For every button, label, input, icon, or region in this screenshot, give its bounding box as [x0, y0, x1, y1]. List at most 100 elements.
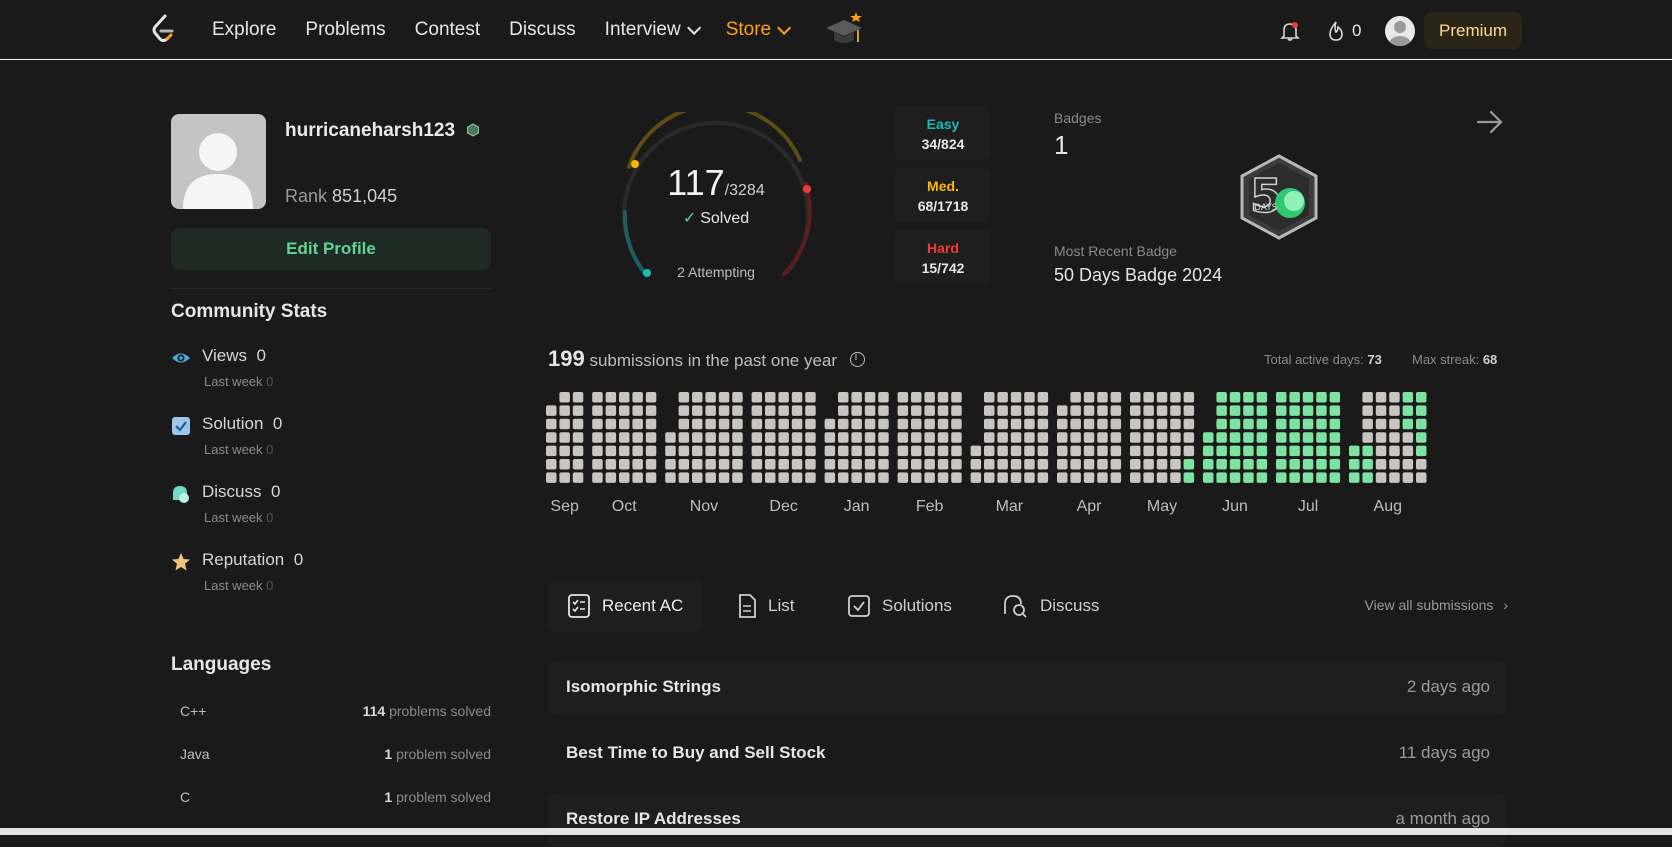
heatmap-day-cell[interactable]	[1170, 472, 1181, 483]
heatmap-day-cell[interactable]	[1416, 472, 1427, 483]
nav-store[interactable]: Store	[726, 19, 792, 41]
heatmap-day-cell[interactable]	[619, 459, 630, 470]
heatmap-day-cell[interactable]	[692, 418, 703, 430]
heatmap-day-cell[interactable]	[997, 472, 1008, 483]
heatmap-day-cell[interactable]	[559, 432, 570, 443]
heatmap-day-cell[interactable]	[1229, 392, 1241, 403]
heatmap-day-cell[interactable]	[1143, 459, 1154, 470]
heatmap-day-cell[interactable]	[1302, 418, 1314, 430]
heatmap-day-cell[interactable]	[1416, 459, 1427, 470]
heatmap-day-cell[interactable]	[1229, 445, 1241, 457]
heatmap-day-cell[interactable]	[678, 405, 690, 416]
edit-profile-button[interactable]: Edit Profile	[171, 228, 491, 270]
heatmap-day-cell[interactable]	[1243, 459, 1254, 470]
heatmap-day-cell[interactable]	[924, 459, 935, 470]
view-all-submissions-link[interactable]: View all submissions ›	[1365, 597, 1508, 613]
heatmap-day-cell[interactable]	[1024, 445, 1035, 457]
heatmap-day-cell[interactable]	[1316, 392, 1327, 403]
heatmap-day-cell[interactable]	[632, 405, 643, 416]
heatmap-day-cell[interactable]	[592, 392, 603, 403]
heatmap-day-cell[interactable]	[1316, 472, 1327, 483]
heatmap-day-cell[interactable]	[546, 418, 557, 430]
heatmap-day-cell[interactable]	[1010, 405, 1022, 416]
heatmap-day-cell[interactable]	[791, 445, 803, 457]
50-days-badge-icon[interactable]: 5 DAYS	[1238, 154, 1320, 240]
heatmap-day-cell[interactable]	[665, 432, 676, 443]
heatmap-day-cell[interactable]	[678, 445, 690, 457]
heatmap-day-cell[interactable]	[937, 405, 949, 416]
heatmap-day-cell[interactable]	[897, 418, 909, 430]
heatmap-day-cell[interactable]	[911, 472, 922, 483]
heatmap-day-cell[interactable]	[864, 445, 876, 457]
heatmap-day-cell[interactable]	[791, 392, 803, 403]
heatmap-day-cell[interactable]	[1057, 418, 1068, 430]
problem-title[interactable]: Isomorphic Strings	[566, 677, 721, 697]
heatmap-day-cell[interactable]	[897, 459, 909, 470]
heatmap-day-cell[interactable]	[1143, 405, 1154, 416]
heatmap-day-cell[interactable]	[1389, 459, 1400, 470]
heatmap-day-cell[interactable]	[645, 472, 657, 483]
heatmap-day-cell[interactable]	[572, 445, 584, 457]
heatmap-day-cell[interactable]	[911, 405, 922, 416]
heatmap-day-cell[interactable]	[1402, 459, 1414, 470]
heatmap-day-cell[interactable]	[1083, 405, 1095, 416]
heatmap-day-cell[interactable]	[911, 445, 922, 457]
heatmap-day-cell[interactable]	[1316, 418, 1327, 430]
heatmap-day-cell[interactable]	[1024, 432, 1035, 443]
heatmap-day-cell[interactable]	[1183, 418, 1195, 430]
heatmap-day-cell[interactable]	[1349, 472, 1360, 483]
heatmap-day-cell[interactable]	[619, 472, 630, 483]
heatmap-day-cell[interactable]	[1402, 392, 1414, 403]
heatmap-day-cell[interactable]	[1130, 418, 1141, 430]
heatmap-day-cell[interactable]	[559, 418, 570, 430]
heatmap-day-cell[interactable]	[851, 459, 862, 470]
heatmap-day-cell[interactable]	[778, 392, 789, 403]
heatmap-day-cell[interactable]	[1316, 405, 1327, 416]
heatmap-day-cell[interactable]	[1130, 459, 1141, 470]
heatmap-day-cell[interactable]	[1110, 472, 1122, 483]
heatmap-day-cell[interactable]	[1256, 432, 1268, 443]
heatmap-day-cell[interactable]	[1097, 405, 1108, 416]
heatmap-day-cell[interactable]	[645, 432, 657, 443]
heatmap-day-cell[interactable]	[1302, 392, 1314, 403]
heatmap-day-cell[interactable]	[911, 418, 922, 430]
heatmap-day-cell[interactable]	[632, 418, 643, 430]
heatmap-day-cell[interactable]	[984, 432, 995, 443]
heatmap-day-cell[interactable]	[1276, 472, 1287, 483]
heatmap-day-cell[interactable]	[605, 472, 617, 483]
heatmap-day-cell[interactable]	[732, 472, 743, 483]
heatmap-day-cell[interactable]	[805, 405, 816, 416]
heatmap-day-cell[interactable]	[1362, 459, 1373, 470]
heatmap-day-cell[interactable]	[605, 392, 617, 403]
heatmap-day-cell[interactable]	[1375, 472, 1387, 483]
heatmap-day-cell[interactable]	[838, 432, 849, 443]
heatmap-day-cell[interactable]	[997, 392, 1008, 403]
heatmap-day-cell[interactable]	[705, 445, 716, 457]
heatmap-day-cell[interactable]	[1375, 445, 1387, 457]
heatmap-day-cell[interactable]	[1256, 405, 1268, 416]
heatmap-day-cell[interactable]	[1289, 472, 1300, 483]
heatmap-day-cell[interactable]	[732, 445, 743, 457]
heatmap-day-cell[interactable]	[1316, 459, 1327, 470]
heatmap-day-cell[interactable]	[805, 392, 816, 403]
heatmap-day-cell[interactable]	[705, 432, 716, 443]
heatmap-day-cell[interactable]	[732, 392, 743, 403]
heatmap-day-cell[interactable]	[1289, 418, 1300, 430]
nav-contest[interactable]: Contest	[415, 19, 480, 41]
heatmap-day-cell[interactable]	[1070, 459, 1081, 470]
heatmap-day-cell[interactable]	[765, 405, 776, 416]
heatmap-day-cell[interactable]	[778, 405, 789, 416]
bell-icon[interactable]	[1279, 20, 1301, 42]
graduation-cap-icon[interactable]	[822, 10, 866, 50]
heatmap-day-cell[interactable]	[1402, 432, 1414, 443]
arrow-right-icon[interactable]	[1476, 110, 1504, 134]
heatmap-day-cell[interactable]	[1276, 418, 1287, 430]
heatmap-day-cell[interactable]	[572, 418, 584, 430]
heatmap-day-cell[interactable]	[791, 432, 803, 443]
heatmap-day-cell[interactable]	[1349, 445, 1360, 457]
heatmap-day-cell[interactable]	[791, 418, 803, 430]
heatmap-day-cell[interactable]	[1057, 445, 1068, 457]
heatmap-day-cell[interactable]	[1229, 418, 1241, 430]
heatmap-day-cell[interactable]	[1110, 432, 1122, 443]
heatmap-day-cell[interactable]	[678, 459, 690, 470]
